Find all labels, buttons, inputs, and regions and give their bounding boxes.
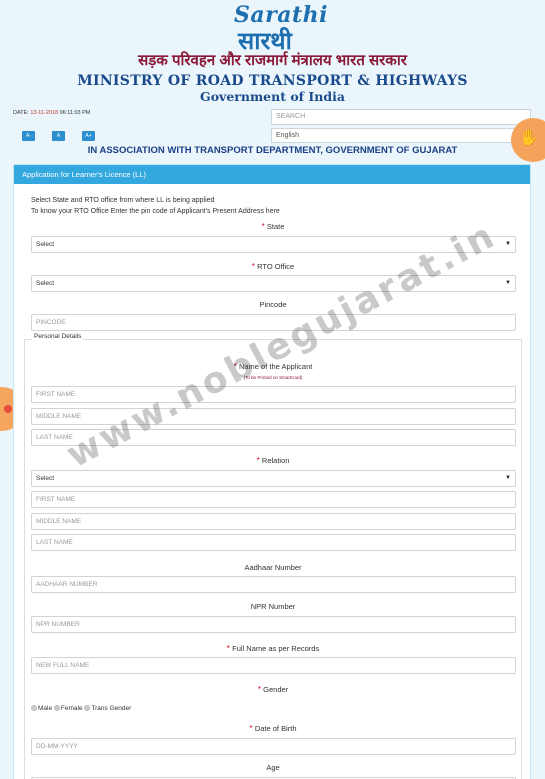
full-name-label: * Full Name as per Records	[226, 644, 320, 653]
applicant-name-label: * Name of the Applicant	[233, 362, 313, 371]
relation-middle-name-input[interactable]: MIDDLE NAME	[31, 513, 516, 530]
state-label: * State	[261, 222, 285, 231]
gender-female-radio[interactable]	[53, 705, 60, 712]
intro-text: Select State and RTO office from where L…	[31, 195, 280, 217]
sarathi-logo: Sarathi सारथी	[234, 2, 328, 55]
search-input[interactable]: SEARCH	[271, 109, 531, 125]
first-name-input[interactable]: FIRST NAME	[31, 386, 516, 403]
gender-label: * Gender	[257, 685, 289, 694]
time-value: 06:11:03 PM	[59, 110, 91, 116]
font-size-controls: A- A A+	[22, 124, 112, 142]
chevron-down-icon: ▼	[505, 280, 511, 286]
association-banner: IN ASSOCIATION WITH TRANSPORT DEPARTMENT…	[87, 145, 458, 156]
personal-details-legend: Personal Details	[32, 333, 84, 340]
hindi-ministry-title: सड़क परिवहन और राजमार्ग मंत्रालय भारत सर…	[138, 52, 407, 69]
gender-male-radio[interactable]	[31, 705, 37, 712]
full-name-input[interactable]: NEW FULL NAME	[31, 657, 516, 674]
font-decrease-button[interactable]: A-	[22, 131, 35, 141]
middle-name-input[interactable]: MIDDLE NAME	[31, 408, 516, 425]
intro-line-1: Select State and RTO office from where L…	[31, 197, 215, 204]
npr-input[interactable]: NPR NUMBER	[31, 616, 516, 633]
pincode-input[interactable]: PINCODE	[31, 314, 516, 331]
font-increase-button[interactable]: A+	[82, 131, 95, 141]
date-label: DATE:	[13, 110, 29, 116]
gender-radio-group: Male Female Trans Gender	[31, 705, 131, 712]
applicant-note: (To be Printed on SmartCard)	[243, 375, 303, 380]
personal-details-fieldset	[24, 339, 522, 779]
state-select[interactable]: Select ▼	[31, 236, 516, 253]
government-title: Government of India	[200, 89, 345, 104]
relation-first-name-input[interactable]: FIRST NAME	[31, 491, 516, 508]
font-normal-button[interactable]: A	[52, 131, 65, 141]
gender-male-label: Male	[38, 705, 53, 712]
intro-line-2: To know your RTO Office Enter the pin co…	[31, 208, 280, 215]
chevron-down-icon: ▼	[505, 475, 511, 481]
dot-icon	[4, 405, 12, 413]
aadhaar-input[interactable]: AADHAAR NUMBER	[31, 576, 516, 593]
page: Sarathi सारथी सड़क परिवहन और राजमार्ग मं…	[0, 0, 545, 779]
rto-select[interactable]: Select ▼	[31, 275, 516, 292]
dob-label: * Date of Birth	[249, 724, 297, 733]
chevron-down-icon: ▼	[505, 241, 511, 247]
date-value: 13-11-2018	[30, 110, 59, 116]
gender-trans-radio[interactable]	[84, 705, 91, 712]
last-name-input[interactable]: LAST NAME	[31, 429, 516, 446]
ll-application-panel: Application for Learner's Licence (LL) S…	[13, 164, 531, 779]
age-label: Age	[266, 763, 280, 772]
language-select[interactable]: English	[271, 128, 531, 143]
date-display: DATE: 13-11-2018 06:11:03 PM	[13, 110, 90, 116]
dob-input[interactable]: DD-MM-YYYY	[31, 738, 516, 755]
aadhaar-label: Aadhaar Number	[244, 563, 302, 572]
ministry-title: MINISTRY OF ROAD TRANSPORT & HIGHWAYS	[77, 73, 468, 89]
relation-select[interactable]: Select ▼	[31, 470, 516, 487]
gender-female-label: Female	[60, 705, 83, 712]
gender-trans-label: Trans Gender	[91, 705, 132, 712]
relation-last-name-input[interactable]: LAST NAME	[31, 534, 516, 551]
relation-label: * Relation	[256, 456, 290, 465]
rto-label: * RTO Office	[251, 262, 295, 271]
panel-title: Application for Learner's Licence (LL)	[14, 165, 530, 184]
pincode-label: Pincode	[259, 300, 287, 309]
npr-label: NPR Number	[250, 602, 296, 611]
